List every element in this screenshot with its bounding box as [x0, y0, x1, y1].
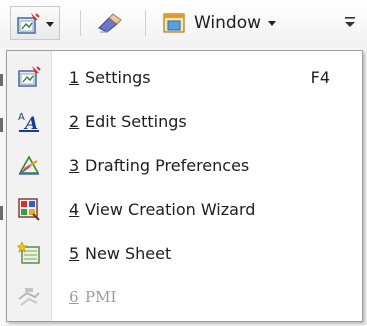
menu-item-pmi: 6 PMI	[7, 277, 362, 317]
toolbar: Window	[0, 0, 367, 48]
menu-item-new-sheet[interactable]: 5 New Sheet	[7, 233, 362, 273]
toolbar-separator	[145, 10, 146, 36]
background-edge	[0, 118, 3, 132]
eraser-icon	[98, 13, 122, 33]
menu-item-shortcut: F4	[310, 67, 330, 87]
menu-item-number: 3	[69, 155, 80, 175]
menu-item-settings[interactable]: 1 Settings F4	[7, 57, 362, 97]
settings-dropdown-menu: 1 Settings F4 A A 2 Edit Settings 3 Draf…	[6, 50, 363, 322]
settings-icon	[18, 66, 41, 87]
svg-text:A: A	[18, 112, 25, 123]
menu-item-label: View Creation Wizard	[85, 199, 256, 219]
view-creation-wizard-icon	[18, 198, 40, 221]
menu-item-number: 4	[69, 199, 80, 219]
chevron-down-icon	[268, 21, 277, 26]
eraser-button[interactable]	[96, 10, 124, 36]
menu-item-label: PMI	[85, 288, 117, 306]
pmi-icon	[18, 288, 40, 306]
menu-item-drafting-preferences[interactable]: 3 Drafting Preferences	[7, 145, 362, 185]
menu-item-number: 2	[69, 111, 80, 131]
window-icon	[163, 13, 185, 33]
menu-item-label: Settings	[85, 67, 151, 87]
edit-settings-icon: A A	[18, 112, 39, 133]
menu-item-view-creation-wizard[interactable]: 4 View Creation Wizard	[7, 189, 362, 229]
menu-item-number: 6	[69, 288, 79, 306]
window-menu-button[interactable]: Window	[162, 8, 277, 38]
window-menu-label: Window	[194, 13, 262, 33]
application-window: Window 1 Settings F4 A A 2 Edit Settings…	[0, 0, 367, 326]
menu-item-label: Drafting Preferences	[85, 155, 250, 175]
settings-split-button[interactable]	[10, 6, 60, 40]
menu-item-number: 1	[69, 67, 80, 87]
toolbar-overflow-button[interactable]	[344, 14, 356, 30]
background-edge	[0, 206, 3, 220]
drafting-preferences-icon	[18, 155, 40, 175]
menu-item-number: 5	[69, 243, 80, 263]
menu-item-edit-settings[interactable]: A A 2 Edit Settings	[7, 101, 362, 141]
toolbar-separator	[80, 10, 81, 36]
overflow-chevron-icon	[345, 17, 355, 27]
menu-item-label: New Sheet	[85, 243, 172, 263]
chevron-down-icon	[46, 22, 54, 27]
settings-icon	[17, 13, 40, 34]
background-edge	[0, 74, 3, 86]
new-sheet-icon	[17, 241, 40, 264]
menu-item-label: Edit Settings	[85, 111, 187, 131]
